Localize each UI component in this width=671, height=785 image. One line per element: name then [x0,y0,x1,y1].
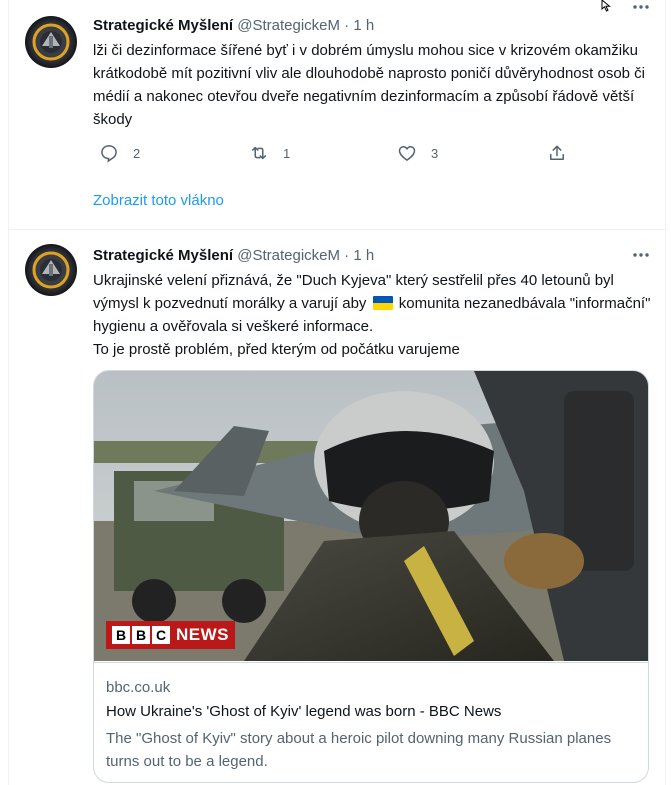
share-icon [550,145,564,160]
card-image[interactable]: B B C NEWS [94,371,648,661]
reply-count: 2 [133,145,141,161]
separator-dot: · [344,17,350,34]
more-options-icon[interactable] [629,0,653,20]
avatar[interactable] [25,244,77,296]
tweet-text: Ukrajinské velení přiznává, že "Duch Kyj… [93,269,653,361]
like-count: 3 [431,145,439,161]
bbc-news-logo: B B C NEWS [106,621,235,649]
bbc-letter: B [132,626,150,644]
retweet-button[interactable]: 1 [249,142,290,164]
avatar-logo-icon [32,251,70,289]
link-card[interactable]: B B C NEWS bbc.co.uk How Ukraine's 'Ghos… [93,370,649,783]
avatar-logo-icon [32,23,70,61]
card-description: The "Ghost of Kyiv" story about a heroic… [106,730,612,770]
separator-dot: · [344,247,350,264]
tweet[interactable]: Strategické Myšlení @StrategickeM · 1 h … [9,230,665,785]
avatar[interactable] [25,16,77,68]
heart-icon [398,146,416,161]
mouse-cursor-icon [601,0,611,12]
show-thread-link[interactable]: Zobrazit toto vlákno [93,192,224,209]
card-title: How Ukraine's 'Ghost of Kyiv' legend was… [106,703,502,720]
bbc-letter: C [152,626,170,644]
tweet-text: lži či dezinformace šířené byť i v dobré… [93,42,646,128]
retweet-count: 1 [283,145,291,161]
reply-icon [101,145,117,163]
share-button[interactable] [547,142,567,164]
author-handle[interactable]: @StrategickeM [237,247,340,264]
card-info[interactable]: bbc.co.uk How Ukraine's 'Ghost of Kyiv' … [94,662,648,782]
bbc-letter: B [112,626,130,644]
tweet-header: Strategické Myšlení @StrategickeM · 1 h [93,16,374,36]
tweet-header: Strategické Myšlení @StrategickeM · 1 h [93,246,374,266]
author-name[interactable]: Strategické Myšlení [93,17,233,34]
timeline: Strategické Myšlení @StrategickeM · 1 h … [8,0,666,785]
ukraine-flag-icon [372,296,393,310]
tweet-text-part: To je prostě problém, před kterým od poč… [93,341,460,358]
tweet-timestamp[interactable]: 1 h [353,247,374,264]
more-options-icon[interactable] [629,248,653,268]
author-handle[interactable]: @StrategickeM [237,17,340,34]
like-button[interactable]: 3 [397,142,438,164]
bbc-news-word: NEWS [176,625,229,644]
tweet[interactable]: Strategické Myšlení @StrategickeM · 1 h … [9,0,665,230]
pilot-photo [94,371,648,661]
card-domain: bbc.co.uk [106,679,171,696]
tweet-timestamp[interactable]: 1 h [353,17,374,34]
retweet-icon [252,146,266,160]
reply-button[interactable]: 2 [99,142,140,164]
tweet-actions: 2 1 3 [93,142,573,164]
author-name[interactable]: Strategické Myšlení [93,247,233,264]
